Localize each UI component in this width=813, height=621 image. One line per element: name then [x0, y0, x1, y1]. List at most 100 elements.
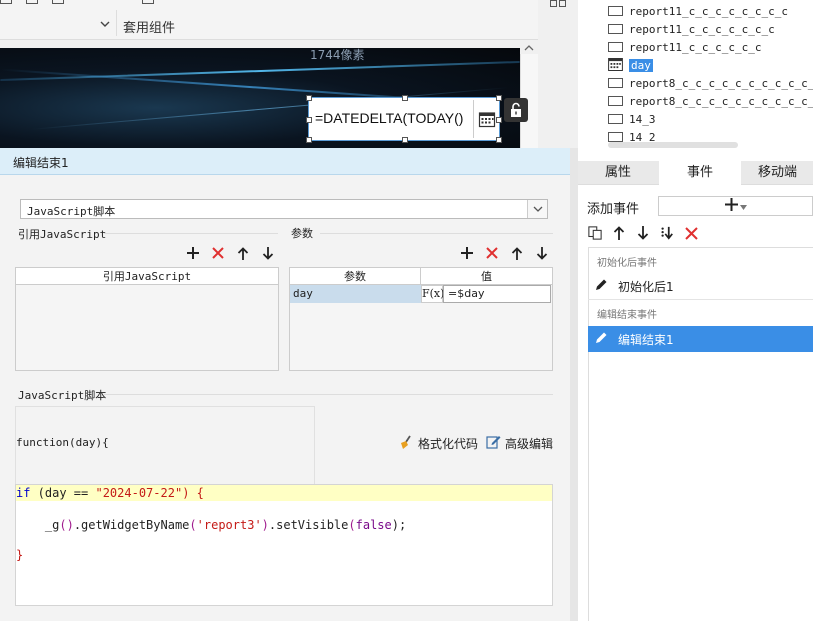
code-token: if [16, 486, 31, 500]
param-name-cell[interactable]: day [290, 285, 421, 303]
ref-js-table[interactable]: 引用JavaScript [15, 267, 279, 371]
formula-fx-button[interactable]: F(x) [421, 285, 444, 303]
tab-properties[interactable]: 属性 [578, 161, 658, 185]
dialog-body: JavaScript脚本 引用JavaScript 引用JavaScript 参… [0, 175, 570, 621]
tree-item[interactable]: report11_c_c_c_c_c_c_c [608, 20, 775, 38]
tree-item[interactable]: report11_c_c_c_c_c_c [608, 38, 761, 56]
dialog-scrollbar[interactable] [570, 148, 578, 621]
unlock-icon[interactable] [504, 98, 528, 122]
arrow-down-icon[interactable] [261, 246, 275, 260]
params-table[interactable]: 参数 值 day F(x) =$day [289, 267, 553, 371]
event-divider [588, 299, 813, 300]
widget-box-icon [608, 78, 623, 88]
move-to-bottom-icon[interactable] [660, 226, 674, 240]
tree-item[interactable]: 14_3 [608, 110, 656, 128]
arrow-up-icon[interactable] [510, 246, 524, 260]
code-token: ) [261, 518, 269, 532]
toolbar-icon[interactable] [0, 0, 12, 4]
resize-handle[interactable] [496, 137, 502, 143]
event-toolbar [588, 226, 698, 240]
arrow-up-icon[interactable] [612, 226, 626, 240]
edit-event-dialog: 编辑结束1 JavaScript脚本 引用JavaScript 引用JavaSc… [0, 148, 570, 621]
param-value-input[interactable]: =$day [443, 285, 551, 303]
resize-handle[interactable] [402, 95, 408, 101]
date-widget-day[interactable]: =DATEDELTA(TODAY() [306, 95, 502, 143]
chevron-down-icon[interactable] [99, 18, 111, 30]
tree-item-label: 14_3 [629, 112, 656, 126]
delete-icon[interactable] [684, 226, 698, 240]
scroll-up-icon[interactable] [524, 44, 534, 55]
suite-components-label[interactable]: 套用组件 [123, 17, 175, 36]
event-item-label: 初始化后1 [618, 279, 674, 294]
arrow-down-icon[interactable] [535, 246, 549, 260]
params-toolbar [460, 246, 549, 260]
toolbar-icon[interactable] [52, 0, 64, 4]
add-icon [724, 198, 738, 214]
code-token: (day == [30, 486, 96, 500]
delete-icon[interactable] [485, 246, 499, 260]
chevron-down-icon[interactable] [527, 200, 547, 218]
advanced-edit-button[interactable]: 高级编辑 [486, 434, 553, 452]
script-type-select[interactable]: JavaScript脚本 [20, 199, 548, 219]
tab-events[interactable]: 事件 [659, 161, 741, 185]
pencil-icon [594, 331, 608, 348]
code-token: ( [189, 518, 197, 532]
panel-toggle-icon[interactable] [550, 0, 568, 10]
resize-handle[interactable] [306, 137, 312, 143]
params-column-value: 值 [421, 268, 552, 285]
code-line: _g().getWidgetByName('report3').setVisib… [16, 517, 552, 533]
copy-icon[interactable] [588, 226, 602, 240]
edit-icon [486, 434, 501, 452]
tab-mobile[interactable]: 移动端 [742, 161, 813, 185]
toolbar-icon[interactable] [26, 0, 38, 4]
add-event-label: 添加事件 [587, 202, 640, 217]
code-token: _g [16, 518, 60, 532]
code-token: .setVisible [268, 518, 349, 532]
code-token: 'report3' [196, 518, 262, 532]
resize-handle[interactable] [402, 137, 408, 143]
params-column-name: 参数 [290, 268, 421, 285]
code-token: } [16, 548, 24, 562]
resize-handle[interactable] [306, 117, 312, 123]
toolbar-icons [0, 0, 154, 6]
code-token: ) { [182, 486, 204, 500]
code-token: .getWidgetByName [73, 518, 190, 532]
widget-box-icon [608, 42, 623, 52]
tree-item[interactable]: report8_c_c_c_c_c_c_c_c_c_c_c_c_c [608, 74, 813, 92]
arrow-down-icon[interactable] [636, 226, 650, 240]
widget-box-icon [608, 24, 623, 34]
resize-handle[interactable] [306, 95, 312, 101]
toolbar-icon[interactable] [142, 0, 154, 4]
event-group-edit-end: 编辑结束事件 [597, 310, 657, 321]
event-item-edit-end-1[interactable]: 编辑结束1 [588, 326, 813, 352]
tree-item[interactable]: report11_c_c_c_c_c_c_c_c [608, 2, 788, 20]
top-toolbar: 套用组件 [0, 0, 538, 40]
widget-box-icon [608, 114, 623, 124]
add-event-button[interactable] [658, 196, 813, 216]
toolbar-divider [116, 10, 117, 36]
ref-js-label: 引用JavaScript [18, 228, 107, 241]
tree-item-label: report11_c_c_c_c_c_c [629, 40, 762, 54]
code-token: () [59, 518, 74, 532]
arrow-up-icon[interactable] [236, 246, 250, 260]
code-editor[interactable]: if (day == "2024-07-22") { _g().getWidge… [15, 484, 553, 606]
dialog-title-bar: 编辑结束1 [0, 148, 570, 175]
calendar-icon [608, 57, 623, 74]
date-widget-formula: =DATEDELTA(TODAY() [315, 110, 464, 126]
tree-horizontal-scrollbar[interactable] [608, 142, 738, 148]
add-icon[interactable] [186, 246, 200, 260]
widget-box-icon [608, 6, 623, 16]
resize-handle[interactable] [496, 117, 502, 123]
widget-tree: report11_c_c_c_c_c_c_c_c report11_c_c_c_c… [550, 0, 813, 150]
add-icon[interactable] [460, 246, 474, 260]
tree-item[interactable]: day [608, 56, 653, 74]
advanced-edit-label: 高级编辑 [505, 436, 554, 451]
code-line: } [16, 547, 552, 563]
delete-icon[interactable] [211, 246, 225, 260]
tree-item[interactable]: report8_c_c_c_c_c_c_c_c_c_c_c_c_c [608, 92, 813, 110]
dialog-title: 编辑结束1 [13, 156, 69, 170]
format-code-button[interactable]: 格式化代码 [398, 434, 478, 453]
resize-handle[interactable] [496, 95, 502, 101]
pencil-icon [594, 278, 608, 295]
event-item-after-init-1[interactable]: 初始化后1 [588, 273, 813, 299]
